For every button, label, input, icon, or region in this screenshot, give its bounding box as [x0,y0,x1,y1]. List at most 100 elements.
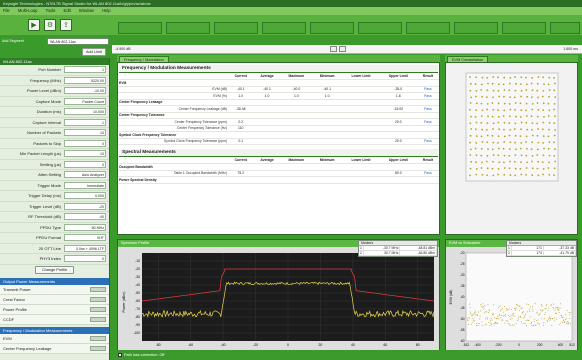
constellation-point [542,168,545,170]
y-tick-label: -30 [135,275,140,279]
setting-value[interactable]: Immediate [64,181,106,189]
constellation-point [519,147,522,150]
setting-value[interactable]: 0.000 [64,192,106,200]
run-icon[interactable]: ▶ [28,19,40,31]
setting-value[interactable]: 1 [64,118,106,126]
setting-value[interactable]: 80 MHz [64,223,106,231]
y-tick-label: -55 [460,328,465,332]
add-limit-button[interactable]: Add Limit [82,48,106,56]
setting-row: Power Level (dBm) -10.00 [0,86,109,97]
measurement-item[interactable]: Power Profile [0,304,109,315]
freq-mod-section[interactable]: Frequency / Modulation Measurements [0,326,109,334]
setting-value[interactable]: 0 [64,139,106,147]
setting-value[interactable]: 5220.00 [64,76,106,84]
measurement-toggle[interactable] [90,306,106,312]
measurement-item[interactable]: CCDF [0,314,109,325]
evm-point [541,318,543,320]
menu-edit[interactable]: Edit [64,8,71,13]
constellation-point [537,96,539,99]
evm-point [472,318,474,320]
status-checkbox[interactable] [118,353,122,357]
measurement-toggle[interactable] [90,286,106,292]
menu-file[interactable]: File [3,8,10,13]
y-tick-label: -60 [135,299,140,303]
constellation-point [503,161,505,164]
menu-multi-loop[interactable]: Multi-Loop [18,8,38,13]
evm-point [470,311,472,313]
setting-value[interactable]: 10 [64,150,106,158]
evm-point [496,322,498,324]
x-tick-label: 40 [351,343,355,347]
constellation-point [475,135,478,137]
evm-chart: -20-25-30-35-40-45-50-55-60-512 -400 -200 0… [449,251,575,354]
setting-value[interactable]: 10 [64,129,106,137]
evm-point [516,303,518,305]
evm-point [540,309,542,311]
evm-point [513,307,515,309]
output-power-section[interactable]: Output Power Measurements [0,277,109,285]
measurement-toggle[interactable] [90,296,106,302]
constellation-point [480,135,483,138]
export-icon[interactable]: ⇪ [60,19,72,31]
setting-value[interactable]: 0 [64,255,106,263]
setting-value[interactable]: 1 [64,66,106,74]
nav-left-icon[interactable] [330,46,337,52]
constellation-point [503,102,506,105]
setting-label: Capture Mode [35,98,61,104]
measurement-item[interactable]: Crest Factor [0,294,109,305]
marker-row[interactable]: 2 30.7 MHz -46.80 dBm [359,251,438,256]
setting-value[interactable]: 0 [64,160,106,168]
settings-icon[interactable]: ⚙ [44,19,56,31]
evm-point [483,312,485,314]
measurement-toggle[interactable] [90,316,106,322]
evm-point [545,312,546,314]
constellation-point [548,141,551,143]
menu-tools[interactable]: Tools [46,8,56,13]
evm-point [489,319,491,321]
evm-point [543,317,545,319]
constellation-point [470,96,473,99]
segment-dropdown[interactable]: WLAN 802.11ac [47,38,109,45]
change-profile-button[interactable]: Change Profile [34,266,75,274]
menu-help[interactable]: Help [102,8,111,13]
evm-point [484,318,486,320]
setting-value[interactable]: -40 [64,213,106,221]
nav-right-icon[interactable] [339,46,346,52]
constellation-point [491,148,494,151]
constellation-point [509,129,511,131]
setting-value[interactable]: -10.00 [64,87,106,95]
toolbar-slot [358,22,402,34]
constellation-point [547,102,550,105]
constellation-point [531,134,534,137]
evm-point [504,322,506,324]
constellation-point [470,115,472,118]
setting-value[interactable]: VHT [64,234,106,242]
measurement-toggle[interactable] [90,335,106,341]
constellation-point [469,76,471,78]
measurement-toggle[interactable] [90,345,106,351]
measurement-item[interactable]: EVM [0,333,109,344]
constellation-point [485,96,488,98]
marker-row[interactable]: 2 173 -41.79 dB [507,251,577,256]
menu-window[interactable]: Window [79,8,94,13]
setting-value[interactable]: Auto Analyzer [64,171,106,179]
setting-value[interactable]: 10.000 [64,108,106,116]
evm-point [474,320,476,322]
measurement-item[interactable]: Transmit Power [0,284,109,295]
constellation-point [547,83,550,86]
setting-value[interactable]: 0.0ns + 4096 LTF [64,244,106,252]
evm-point [521,307,523,309]
setting-value[interactable]: -20 [64,202,106,210]
constellation-point [481,141,484,143]
setting-label: Trigger Mode [37,182,61,188]
evm-point [474,312,476,314]
spectrum-markers: Markers 1 -30.7 MHz -48.81 dBm 2 30.7 MHz -4… [358,240,438,257]
setting-value[interactable]: Packet Count [64,97,106,105]
constellation-point [542,102,545,105]
constellation-point [502,83,505,86]
constellation-point [543,116,545,118]
constellation-point [554,148,556,150]
table-cell [342,138,380,145]
constellation-point [486,167,489,170]
measurement-item[interactable]: Center Frequency Leakage [0,343,109,354]
